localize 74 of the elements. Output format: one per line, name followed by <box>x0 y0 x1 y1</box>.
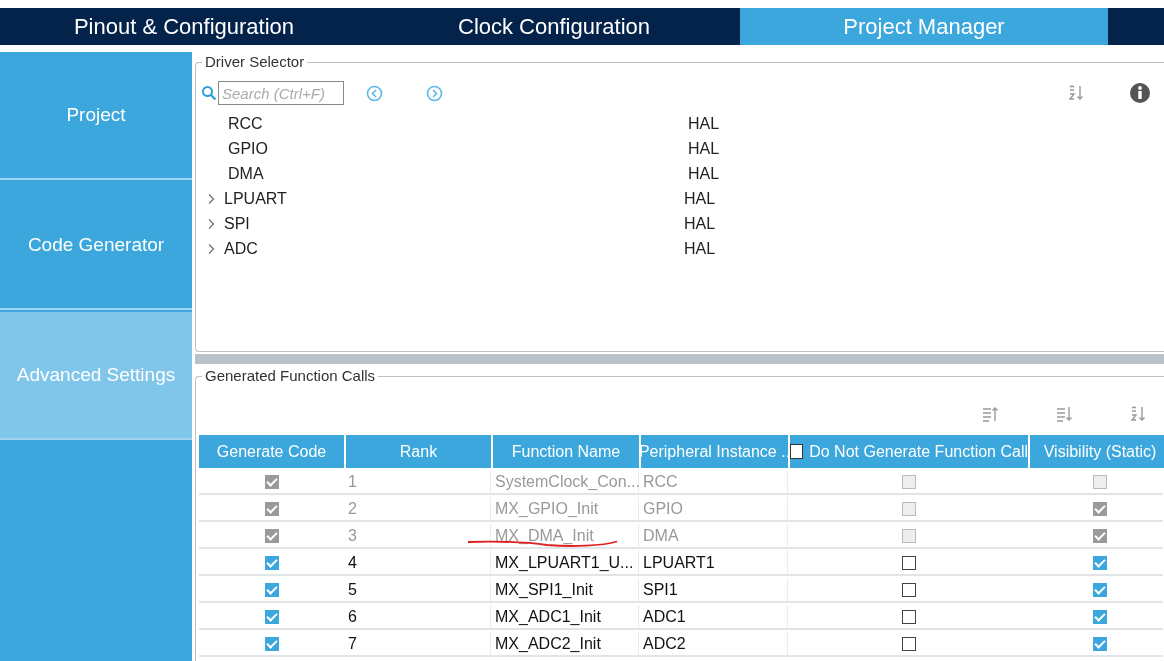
next-icon[interactable] <box>426 84 443 102</box>
panel-title: Generated Function Calls <box>202 367 379 384</box>
checkbox[interactable] <box>264 582 279 597</box>
driver-type: HAL <box>688 139 720 158</box>
checkbox[interactable] <box>902 609 916 624</box>
checkbox[interactable] <box>1093 555 1107 570</box>
checkbox[interactable] <box>902 636 916 651</box>
previous-icon[interactable] <box>366 84 383 102</box>
column-title: Generate Code <box>216 442 327 461</box>
checkbox[interactable] <box>1093 636 1107 651</box>
info-icon[interactable] <box>1130 83 1150 103</box>
table-cell: MX_GPIO_Init <box>493 497 639 520</box>
driver-type: HAL <box>688 164 720 183</box>
table-cell: SystemClock_Con... <box>493 470 639 493</box>
sidebar-item[interactable]: Advanced Settings <box>0 312 192 440</box>
column-title: Peripheral Instance .. <box>641 442 788 461</box>
move-down-icon[interactable] <box>1056 406 1074 422</box>
table-cell: LPUART1 <box>641 551 788 574</box>
column-title: Function Name <box>511 442 621 461</box>
column-header[interactable]: Do Not Generate Function Call <box>790 435 1028 468</box>
checkbox[interactable] <box>790 444 804 459</box>
table-cell: GPIO <box>641 497 788 520</box>
column-header[interactable]: Generate Code <box>199 435 344 468</box>
table-cell: MX_ADC2_Init <box>493 632 639 655</box>
column-title: Rank <box>399 442 438 461</box>
table-cell: 1 <box>346 470 491 493</box>
table-cell: 4 <box>346 551 491 574</box>
driver-type: HAL <box>684 214 716 233</box>
checkbox[interactable] <box>902 582 916 597</box>
column-header[interactable]: Peripheral Instance .. <box>641 435 788 468</box>
table-cell: 7 <box>346 632 491 655</box>
search-field[interactable]: Search (Ctrl+F) <box>218 81 344 105</box>
search-icon <box>201 85 217 101</box>
table-cell: SPI1 <box>641 578 788 601</box>
table-cell: DMA <box>641 524 788 547</box>
table-cell: ADC2 <box>641 632 788 655</box>
column-header[interactable]: Function Name <box>493 435 639 468</box>
sort-icon[interactable] <box>1068 85 1086 101</box>
panel-title: Driver Selector <box>202 53 308 70</box>
column-title: Do Not Generate Function Call <box>809 442 1028 461</box>
driver-name: GPIO <box>228 139 269 158</box>
checkbox[interactable] <box>902 555 916 570</box>
sort-icon[interactable] <box>1130 406 1148 422</box>
tab[interactable]: Project Manager <box>740 8 1108 45</box>
column-title: Visibility (Static) <box>1043 442 1157 461</box>
table-cell: RCC <box>641 470 788 493</box>
table-cell: MX_SPI1_Init <box>493 578 639 601</box>
table-cell: 2 <box>346 497 491 520</box>
driver-name: RCC <box>228 114 264 133</box>
column-header[interactable]: Visibility (Static) <box>1030 435 1164 468</box>
table-cell: MX_DMA_Init <box>493 524 639 547</box>
table-cell: MX_ADC1_Init <box>493 605 639 628</box>
driver-name: ADC <box>224 239 259 258</box>
checkbox[interactable] <box>264 636 279 651</box>
expand-icon[interactable] <box>206 242 216 255</box>
driver-name: DMA <box>228 164 265 183</box>
expand-icon[interactable] <box>206 217 216 230</box>
checkbox[interactable] <box>1093 582 1107 597</box>
checkbox[interactable] <box>264 555 279 570</box>
checkbox[interactable] <box>1093 609 1107 624</box>
checkbox[interactable] <box>264 609 279 624</box>
driver-type: HAL <box>688 114 720 133</box>
expand-icon[interactable] <box>206 192 216 205</box>
table-cell: 6 <box>346 605 491 628</box>
move-up-icon[interactable] <box>982 406 1000 422</box>
table-cell: 3 <box>346 524 491 547</box>
driver-type: HAL <box>684 189 716 208</box>
driver-type: HAL <box>684 239 716 258</box>
table-cell: MX_LPUART1_U... <box>493 551 639 574</box>
column-header[interactable]: Rank <box>346 435 491 468</box>
driver-name: SPI <box>224 214 251 233</box>
driver-name: LPUART <box>224 189 288 208</box>
table-cell: ADC1 <box>641 605 788 628</box>
table-cell: 5 <box>346 578 491 601</box>
